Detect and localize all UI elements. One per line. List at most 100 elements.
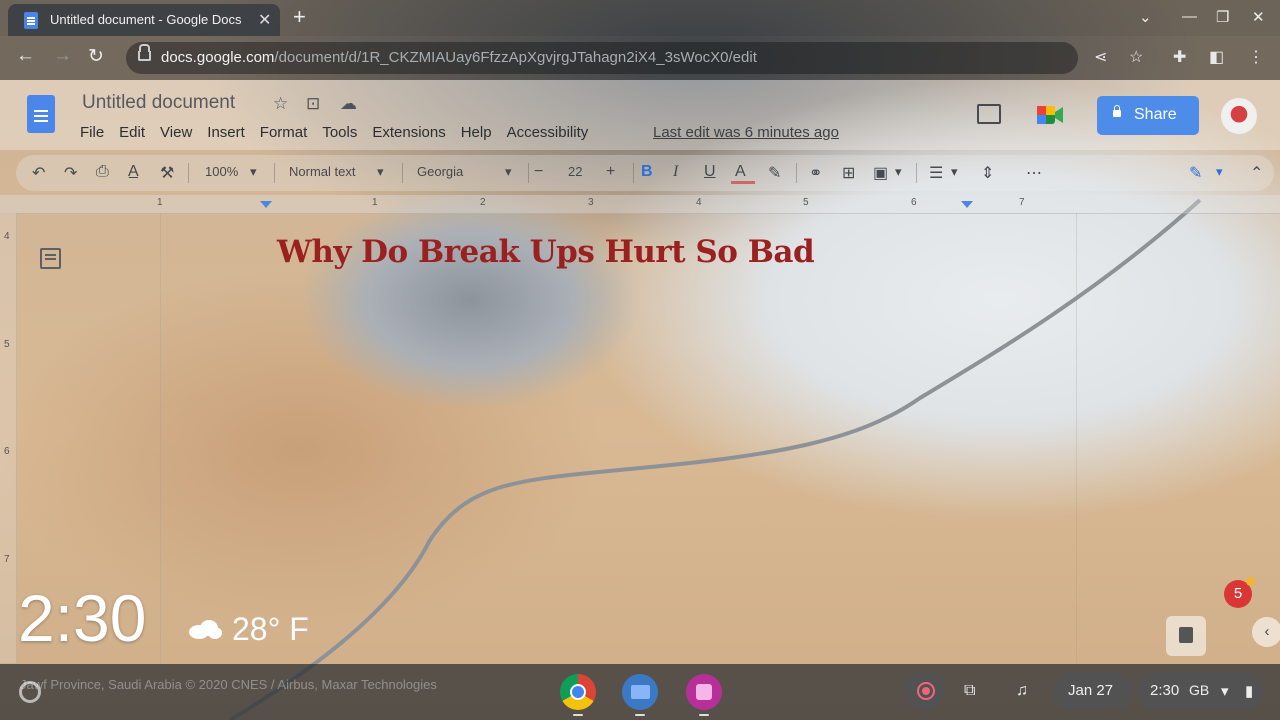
document-heading[interactable]: Why Do Break Ups Hurt So Bad [277, 234, 815, 270]
undo-icon[interactable]: ↶ [32, 163, 45, 183]
toolbar-divider [796, 163, 797, 183]
add-comment-icon[interactable]: ⊞ [842, 163, 855, 183]
menu-tools[interactable]: Tools [322, 124, 357, 141]
document-outline-icon[interactable] [40, 248, 61, 269]
docs-header: Untitled document ☆ ⊡ ☁ File Edit View Inse… [0, 80, 1280, 150]
menu-extensions[interactable]: Extensions [372, 124, 445, 141]
close-window-button[interactable]: ✕ [1252, 8, 1265, 26]
decrease-font-size-button[interactable]: − [534, 163, 543, 181]
tab-title: Untitled document - Google Docs [50, 12, 242, 27]
tab-close-icon[interactable]: ✕ [258, 10, 271, 30]
files-icon[interactable] [622, 674, 658, 710]
paint-format-icon[interactable]: ⚒ [160, 163, 174, 183]
battery-icon: ▮ [1245, 683, 1254, 700]
menu-view[interactable]: View [160, 124, 192, 141]
menu-format[interactable]: Format [260, 124, 308, 141]
browser-toolbar: ← → ↻ docs.google.com/document/d/1R_CKZM… [0, 36, 1280, 80]
sidepanel-icon[interactable]: ◧ [1209, 47, 1224, 67]
chrome-icon[interactable] [560, 674, 596, 710]
vertical-ruler[interactable]: 4 5 6 7 [0, 213, 17, 663]
menu-help[interactable]: Help [461, 124, 492, 141]
align-chevron-down-icon[interactable]: ▾ [951, 164, 958, 180]
menu-bar: File Edit View Insert Format Tools Extensions H… [80, 124, 603, 141]
extensions-icon[interactable]: ✚ [1173, 47, 1186, 67]
menu-edit[interactable]: Edit [119, 124, 145, 141]
avatar[interactable] [1221, 98, 1257, 134]
spellcheck-icon[interactable]: A̲ [128, 163, 139, 181]
last-edit-link[interactable]: Last edit was 6 minutes ago [653, 124, 839, 141]
clipboard-icon[interactable]: ⧉ [964, 682, 975, 700]
editing-mode-icon[interactable]: ✎ [1189, 163, 1202, 183]
notification-badge[interactable]: 5 [1224, 577, 1255, 608]
gallery-icon[interactable] [686, 674, 722, 710]
more-tools-icon[interactable]: ⋯ [1026, 163, 1042, 183]
address-bar[interactable]: docs.google.com/document/d/1R_CKZMIAUay6… [126, 42, 1078, 74]
move-folder-icon[interactable]: ⊡ [306, 94, 320, 114]
maximize-button[interactable]: ❐ [1216, 8, 1229, 26]
new-tab-button[interactable]: + [293, 4, 306, 30]
style-select[interactable]: Normal text [289, 164, 355, 179]
more-menu-icon[interactable]: ⋮ [1248, 47, 1264, 67]
minimize-button[interactable]: — [1182, 8, 1197, 25]
record-icon [917, 682, 935, 700]
side-panel-chevron-icon[interactable]: ‹ [1252, 617, 1280, 647]
ruler-mark: 6 [911, 197, 917, 208]
insert-image-icon[interactable]: ▣ [873, 163, 888, 183]
meet-icon[interactable] [1036, 104, 1064, 126]
forward-button[interactable]: → [53, 45, 72, 67]
share-page-icon[interactable]: ⋖ [1094, 47, 1107, 67]
browser-tab[interactable]: Untitled document - Google Docs ✕ [8, 4, 280, 36]
bold-button[interactable]: B [641, 163, 653, 181]
star-document-icon[interactable]: ☆ [273, 94, 288, 114]
link-icon[interactable]: ⚭ [809, 163, 822, 183]
media-controls-icon[interactable]: ♫ [1016, 682, 1028, 700]
underline-button[interactable]: U [704, 163, 716, 181]
font-chevron-down-icon[interactable]: ▾ [505, 164, 512, 180]
app-running-indicator [699, 714, 709, 716]
style-chevron-down-icon[interactable]: ▾ [377, 164, 384, 180]
highlight-icon[interactable]: ✎ [768, 163, 781, 183]
zoom-select[interactable]: 100% [205, 164, 238, 179]
share-lock-icon [1113, 105, 1121, 117]
redo-icon[interactable]: ↷ [64, 163, 77, 183]
italic-button[interactable]: I [673, 163, 678, 181]
menu-file[interactable]: File [80, 124, 104, 141]
text-color-button[interactable]: A [735, 163, 746, 181]
docs-favicon-icon [24, 12, 38, 29]
print-icon[interactable]: ⎙ [96, 163, 109, 181]
keyboard-locale: GB [1189, 682, 1210, 698]
toolbar-divider [188, 163, 189, 183]
docs-logo-icon[interactable] [27, 95, 55, 133]
comment-history-icon[interactable] [977, 104, 1001, 124]
lock-icon[interactable] [138, 44, 151, 61]
vruler-mark: 6 [4, 446, 10, 457]
font-select[interactable]: Georgia [417, 164, 463, 179]
tab-search-icon[interactable]: ⌄ [1139, 8, 1152, 26]
weather-temperature: 28° F [232, 611, 309, 647]
explore-icon[interactable] [1166, 616, 1206, 656]
page-margin-right [1076, 213, 1077, 663]
document-title[interactable]: Untitled document [82, 92, 235, 114]
cloud-icon [189, 620, 222, 639]
menu-accessibility[interactable]: Accessibility [507, 124, 589, 141]
horizontal-ruler[interactable]: 1 1 2 3 4 5 6 7 [0, 195, 1280, 214]
image-chevron-down-icon[interactable]: ▾ [895, 164, 902, 180]
reload-button[interactable]: ↻ [88, 45, 104, 68]
line-spacing-icon[interactable]: ⇕ [981, 163, 994, 183]
collapse-menus-icon[interactable]: ⌃ [1250, 163, 1263, 183]
zoom-chevron-down-icon[interactable]: ▾ [250, 164, 257, 180]
font-size-input[interactable]: 22 [568, 164, 582, 179]
menu-insert[interactable]: Insert [207, 124, 245, 141]
mode-chevron-down-icon[interactable]: ▾ [1216, 164, 1223, 180]
right-indent-marker[interactable] [961, 201, 973, 208]
share-button[interactable]: Share [1097, 96, 1199, 135]
back-button[interactable]: ← [16, 45, 35, 67]
star-icon[interactable]: ☆ [1129, 47, 1143, 67]
left-indent-marker[interactable] [260, 201, 272, 208]
cloud-status-icon[interactable]: ☁ [340, 94, 357, 114]
browser-tab-strip: Untitled document - Google Docs ✕ + ⌄ — … [0, 0, 1280, 36]
align-left-icon[interactable]: ☰ [929, 163, 943, 183]
url-text[interactable]: docs.google.com/document/d/1R_CKZMIAUay6… [161, 49, 757, 66]
ruler-mark: 3 [588, 197, 594, 208]
increase-font-size-button[interactable]: + [606, 163, 615, 181]
